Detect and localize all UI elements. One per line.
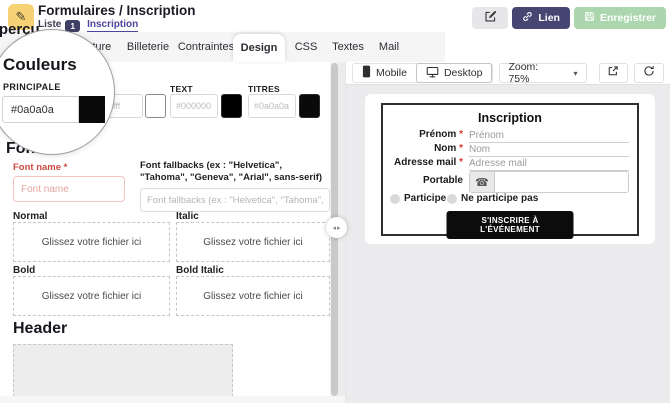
dropzone-italic[interactable]: Glissez votre fichier ici (176, 222, 330, 262)
page-title: Formulaires / Inscription (38, 3, 196, 18)
tab-textes[interactable]: Textes (326, 32, 370, 62)
dropzone-normal[interactable]: Glissez votre fichier ici (13, 222, 170, 262)
refresh-icon (643, 64, 655, 82)
tab-billeterie[interactable]: Billeterie (120, 32, 176, 62)
preview-toolbar: Mobile Desktop Zoom: 75% ▾ (345, 61, 670, 85)
splitter-right-icon: ▸ (337, 224, 341, 232)
header-section-heading: Header (13, 320, 68, 337)
color-titres-input[interactable] (248, 94, 296, 118)
page-bottom-strip (0, 396, 345, 403)
save-button[interactable]: Enregistrer (573, 7, 666, 29)
color-principale-swatch[interactable] (79, 96, 105, 123)
nom-input[interactable] (469, 143, 629, 157)
refresh-preview-button[interactable] (634, 63, 664, 83)
header-actions: Lien Enregistrer (472, 7, 666, 29)
radio-participe-label: Participe (404, 193, 447, 204)
prenom-label: Prénom * (419, 129, 463, 140)
prenom-input[interactable] (469, 129, 629, 143)
phone-icon: ☎ (469, 171, 495, 193)
font-fallbacks-label: Font fallbacks (ex : "Helvetica", "Tahom… (140, 160, 323, 183)
mobile-icon (362, 65, 371, 81)
color-text-label: TEXT (170, 84, 193, 94)
mobile-toggle-button[interactable]: Mobile (353, 63, 416, 83)
desktop-toggle-button[interactable]: Desktop (415, 63, 493, 83)
variant-normal-label: Normal (13, 211, 48, 222)
color-principale-input[interactable] (2, 96, 79, 123)
preview-field-row: Nom * (383, 143, 637, 157)
preview-field-row: Prénom * (383, 129, 637, 143)
color-titres-label: TITRES (248, 84, 281, 94)
zoom-level-select[interactable]: Zoom: 75% ▾ (499, 61, 587, 85)
couleurs-heading: Couleurs (3, 55, 77, 74)
lien-button-label: Lien (538, 12, 560, 24)
nom-label: Nom * (434, 143, 463, 154)
edit-button[interactable] (472, 7, 509, 29)
tab-contraintes[interactable]: Contraintes (176, 32, 236, 62)
splitter-left-icon: ◂ (332, 224, 336, 232)
nav-link-inscription[interactable]: Inscription (87, 19, 139, 33)
tab-css[interactable]: CSS (286, 32, 326, 62)
link-icon (522, 11, 533, 25)
device-toggle-group: Mobile Desktop (352, 63, 494, 83)
edit-icon (484, 10, 497, 26)
font-name-input[interactable] (13, 176, 125, 202)
save-button-label: Enregistrer (599, 12, 656, 24)
variant-bold-italic-label: Bold Italic (176, 265, 224, 276)
preview-form: Inscription Prénom * Nom * Adresse mail … (381, 103, 639, 239)
app-window: ✎ Formulaires / Inscription Liste 1 Insc… (0, 0, 670, 403)
save-icon (584, 11, 595, 25)
dropzone-bold[interactable]: Glissez votre fichier ici (13, 276, 170, 316)
tab-design[interactable]: Design (233, 34, 285, 62)
dropzone-header[interactable] (13, 344, 233, 397)
dropzone-normal-text: Glissez votre fichier ici (41, 236, 142, 248)
variant-bold-label: Bold (13, 265, 36, 276)
color-principale-label: PRINCIPALE (3, 82, 61, 92)
mobile-toggle-label: Mobile (376, 67, 407, 79)
open-preview-button[interactable] (598, 63, 629, 83)
font-name-label: Font name * (13, 162, 68, 173)
color-titres-swatch[interactable] (299, 94, 320, 118)
radio-ne-participe-pas-label: Ne participe pas (461, 193, 539, 204)
portable-label: Portable (422, 175, 463, 186)
desktop-icon (426, 66, 439, 81)
preview-submit-button[interactable]: S'INSCRIRE À L'ÉVÉNEMENT (446, 211, 574, 239)
dropzone-italic-text: Glissez votre fichier ici (203, 236, 303, 248)
font-fallbacks-input[interactable] (140, 188, 330, 212)
preview-form-title: Inscription (478, 111, 542, 125)
portable-input[interactable] (494, 171, 629, 193)
share-icon (607, 64, 619, 82)
radio-participe[interactable] (390, 194, 400, 204)
radio-ne-participe-pas[interactable] (447, 194, 457, 204)
color-text-input[interactable] (170, 94, 218, 118)
panel-resize-handle[interactable]: ◂ ▸ (326, 217, 347, 238)
lien-button[interactable]: Lien (512, 7, 570, 29)
zoom-level-value: Zoom: 75% (508, 61, 539, 85)
color-secondaire-swatch[interactable] (145, 94, 166, 118)
caret-down-icon: ▾ (573, 68, 578, 78)
desktop-toggle-label: Desktop (443, 67, 483, 79)
dropzone-bold-italic[interactable]: Glissez votre fichier ici (176, 276, 330, 316)
adresse-mail-input[interactable] (469, 157, 629, 171)
preview-field-row: Adresse mail * (383, 157, 637, 171)
dropzone-bold-text: Glissez votre fichier ici (41, 290, 142, 302)
color-text-swatch[interactable] (221, 94, 242, 118)
adresse-mail-label: Adresse mail * (394, 157, 463, 168)
variant-italic-label: Italic (176, 211, 199, 222)
tab-mail[interactable]: Mail (370, 32, 408, 62)
dropzone-bold-italic-text: Glissez votre fichier ici (203, 290, 303, 302)
